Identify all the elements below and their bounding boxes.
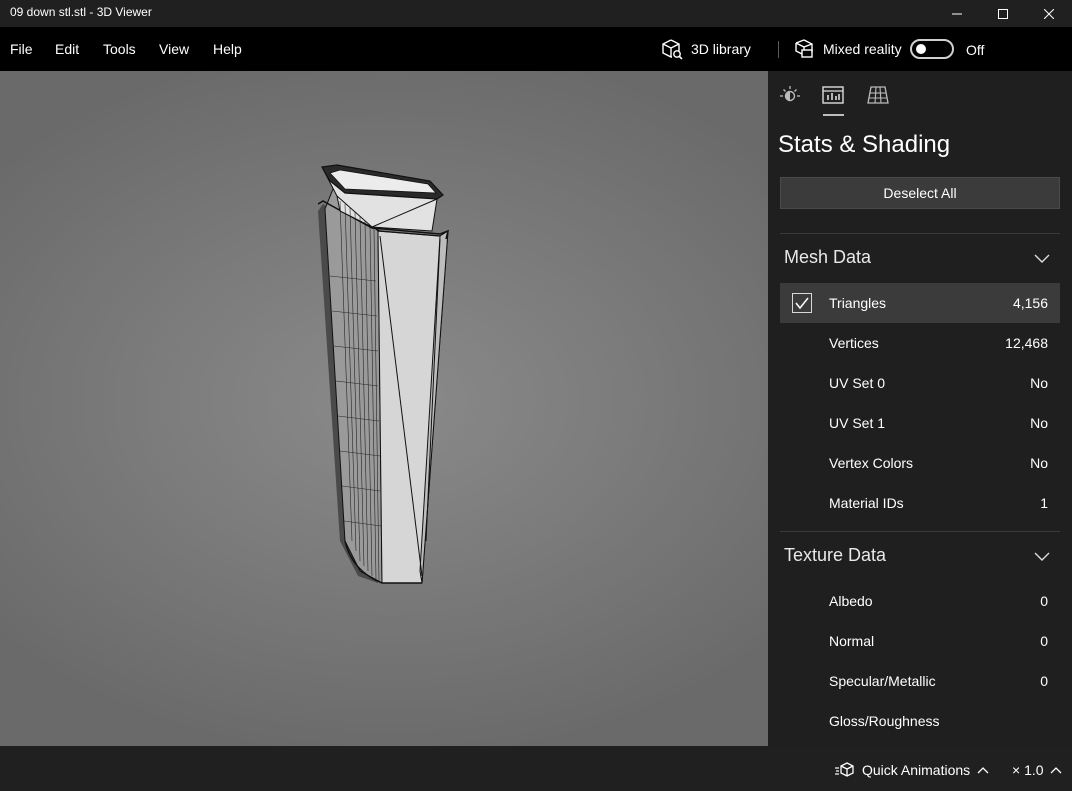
- stat-row[interactable]: Normal 0: [780, 621, 1060, 661]
- stat-row[interactable]: Gloss/Roughness: [780, 701, 1060, 741]
- stat-value: No: [1030, 455, 1048, 471]
- tab-stats[interactable]: [821, 83, 845, 107]
- 3d-library-label: 3D library: [691, 41, 751, 57]
- stat-label: Specular/Metallic: [829, 673, 936, 689]
- toolbar-separator: [778, 41, 779, 58]
- toggle-knob: [916, 44, 926, 54]
- minimize-icon: [952, 13, 962, 14]
- row-checkbox[interactable]: [792, 293, 812, 313]
- mixed-reality-label: Mixed reality: [823, 41, 902, 57]
- stat-row[interactable]: Albedo 0: [780, 581, 1060, 621]
- minimize-button[interactable]: [934, 0, 980, 27]
- stat-label: Vertex Colors: [829, 455, 914, 471]
- chevron-down-icon[interactable]: [1034, 552, 1050, 562]
- stat-value: 0: [1040, 593, 1048, 609]
- menu-file[interactable]: File: [10, 41, 33, 57]
- panel-title: Stats & Shading: [778, 131, 951, 158]
- stat-row[interactable]: Vertex Colors No: [780, 443, 1060, 483]
- 3d-library-button[interactable]: 3D library: [661, 36, 751, 62]
- stat-label: Normal: [829, 633, 875, 649]
- chevron-up-icon: [1050, 767, 1061, 774]
- close-button[interactable]: [1026, 0, 1072, 27]
- mixed-reality-state: Off: [966, 42, 985, 58]
- bottom-bar: Quick Animations × 1.0: [0, 746, 1072, 791]
- stat-label: Gloss/Roughness: [829, 713, 940, 729]
- texture-data-heading[interactable]: Texture Data: [784, 545, 886, 566]
- lighting-icon: [780, 86, 800, 102]
- stat-row[interactable]: Specular/Metallic 0: [780, 661, 1060, 701]
- stat-row[interactable]: UV Set 1 No: [780, 403, 1060, 443]
- mixed-reality-toggle[interactable]: [910, 39, 954, 59]
- section-divider: [780, 531, 1060, 532]
- stat-value: 12,468: [1005, 335, 1048, 351]
- stat-label: Triangles: [829, 295, 887, 311]
- animation-speed-label: × 1.0: [1012, 762, 1044, 778]
- menu-bar: File Edit Tools View Help 3D library Mix…: [0, 27, 1072, 71]
- stat-row[interactable]: UV Set 0 No: [780, 363, 1060, 403]
- tab-lighting[interactable]: [778, 83, 802, 107]
- stat-label: UV Set 0: [829, 375, 886, 391]
- menu-edit[interactable]: Edit: [55, 41, 79, 57]
- window-title: 09 down stl.stl - 3D Viewer: [10, 5, 152, 19]
- tab-grid[interactable]: [866, 83, 890, 107]
- maximize-button[interactable]: [980, 0, 1026, 27]
- stat-label: Vertices: [829, 335, 879, 351]
- stat-label: Material IDs: [829, 495, 904, 511]
- checkmark-icon: [795, 297, 809, 310]
- stat-row[interactable]: Vertices 12,468: [780, 323, 1060, 363]
- animation-speed-button[interactable]: × 1.0: [1012, 762, 1062, 778]
- stat-label: UV Set 1: [829, 415, 886, 431]
- stats-shading-panel: Stats & Shading Deselect All Mesh Data T…: [768, 71, 1072, 746]
- chevron-up-icon: [977, 767, 989, 774]
- stat-value: No: [1030, 375, 1048, 391]
- 3d-model-wireframe: [317, 164, 450, 584]
- menu-help[interactable]: Help: [213, 41, 242, 57]
- stat-row[interactable]: Triangles 4,156: [780, 283, 1060, 323]
- grid-icon: [867, 86, 889, 104]
- stat-row[interactable]: Material IDs 1: [780, 483, 1060, 523]
- stat-value: 1: [1040, 495, 1048, 511]
- menu-tools[interactable]: Tools: [103, 41, 136, 57]
- menu-view[interactable]: View: [159, 41, 189, 57]
- mixed-reality-icon: [795, 39, 813, 58]
- stat-value: 4,156: [1012, 295, 1048, 311]
- stat-value: 0: [1040, 633, 1048, 649]
- stat-value: No: [1030, 415, 1048, 431]
- mixed-reality-button[interactable]: Mixed reality: [793, 36, 902, 62]
- deselect-all-button[interactable]: Deselect All: [780, 177, 1060, 209]
- close-icon: [1044, 8, 1054, 19]
- 3d-viewport[interactable]: [0, 71, 768, 746]
- mesh-data-heading[interactable]: Mesh Data: [784, 247, 871, 268]
- maximize-icon: [998, 8, 1008, 19]
- quick-animations-label: Quick Animations: [862, 762, 971, 778]
- section-divider: [780, 233, 1060, 234]
- stats-icon: [822, 86, 844, 104]
- stat-value: 0: [1040, 673, 1048, 689]
- stat-label: Albedo: [829, 593, 873, 609]
- animation-cube-icon: [835, 762, 854, 777]
- title-bar: 09 down stl.stl - 3D Viewer: [0, 0, 1072, 27]
- chevron-down-icon[interactable]: [1034, 254, 1050, 264]
- quick-animations-button[interactable]: Quick Animations: [835, 762, 989, 778]
- active-tab-indicator: [823, 114, 844, 116]
- 3d-cube-search-icon: [662, 39, 683, 60]
